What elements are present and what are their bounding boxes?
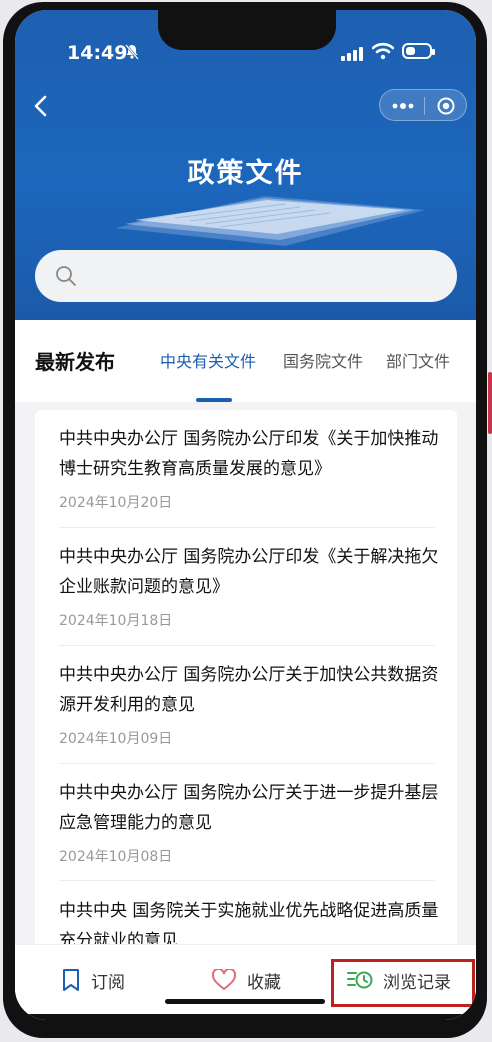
section-title: 最新发布 — [35, 350, 115, 374]
divider — [59, 880, 435, 881]
capsule-divider — [424, 97, 425, 115]
wifi-icon — [371, 42, 395, 62]
side-button — [488, 372, 492, 434]
screen-bottom-edge — [15, 1014, 476, 1020]
home-indicator — [165, 999, 325, 1004]
document-title: 中共中央办公厅 国务院办公厅关于加快公共数据资源开发利用的意见 — [59, 665, 439, 715]
document-title: 中共中央办公厅 国务院办公厅印发《关于加快推动博士研究生教育高质量发展的意见》 — [59, 429, 439, 479]
subscribe-label: 订阅 — [91, 972, 125, 993]
app-screen: 14:49 政策文件 最新发布 中央有关文件 国务院文件 部门文件 中共中央办公… — [15, 10, 476, 1020]
category-tabs: 最新发布 中央有关文件 国务院文件 部门文件 — [15, 320, 476, 402]
document-date: 2024年10月08日 — [59, 849, 173, 865]
tab-department-documents[interactable]: 部门文件 — [386, 348, 450, 372]
active-tab-indicator — [196, 398, 232, 402]
chevron-left-icon — [34, 95, 47, 117]
tab-state-council-documents[interactable]: 国务院文件 — [283, 348, 363, 372]
content-area: 最新发布 中央有关文件 国务院文件 部门文件 中共中央办公厅 国务院办公厅印发《… — [15, 320, 476, 1020]
document-date: 2024年10月09日 — [59, 731, 173, 747]
header-banner: 14:49 政策文件 — [15, 10, 476, 320]
heart-icon — [211, 969, 237, 990]
search-icon — [56, 266, 76, 286]
favorite-button[interactable]: 收藏 — [211, 945, 281, 1015]
document-stack-illustration — [115, 196, 425, 246]
back-button[interactable] — [31, 94, 51, 118]
more-dots-icon[interactable] — [392, 98, 414, 112]
document-date: 2024年10月18日 — [59, 613, 173, 629]
search-bar[interactable] — [35, 250, 457, 302]
notch — [158, 10, 336, 50]
signal-icon — [341, 45, 365, 61]
favorite-label: 收藏 — [247, 972, 281, 993]
battery-icon — [402, 43, 435, 59]
status-time: 14:49 — [67, 42, 128, 64]
close-target-icon[interactable] — [437, 97, 455, 115]
list-item[interactable]: 中共中央办公厅 国务院办公厅印发《关于解决拖欠企业账款问题的意见》 2024年1… — [59, 542, 439, 630]
list-item[interactable]: 中共中央办公厅 国务院办公厅关于进一步提升基层应急管理能力的意见 2024年10… — [59, 778, 439, 866]
bookmark-icon — [63, 969, 79, 991]
document-title: 中共中央办公厅 国务院办公厅印发《关于解决拖欠企业账款问题的意见》 — [59, 547, 439, 597]
tab-central-documents[interactable]: 中央有关文件 — [160, 348, 256, 372]
list-item[interactable]: 中共中央办公厅 国务院办公厅关于加快公共数据资源开发利用的意见 2024年10月… — [59, 660, 439, 748]
divider — [59, 527, 435, 528]
divider — [59, 763, 435, 764]
page-title: 政策文件 — [187, 158, 304, 189]
subscribe-button[interactable]: 订阅 — [61, 945, 125, 1015]
divider — [59, 645, 435, 646]
document-list: 中共中央办公厅 国务院办公厅印发《关于加快推动博士研究生教育高质量发展的意见》 … — [35, 410, 457, 990]
list-item[interactable]: 中共中央办公厅 国务院办公厅印发《关于加快推动博士研究生教育高质量发展的意见》 … — [59, 424, 439, 512]
document-date: 2024年10月20日 — [59, 495, 173, 511]
mute-bell-icon — [124, 44, 140, 64]
document-title: 中共中央办公厅 国务院办公厅关于进一步提升基层应急管理能力的意见 — [59, 783, 439, 833]
phone-frame: 14:49 政策文件 最新发布 中央有关文件 国务院文件 部门文件 中共中央办公… — [3, 2, 487, 1038]
miniprogram-capsule — [379, 89, 467, 121]
highlight-box — [331, 959, 475, 1007]
